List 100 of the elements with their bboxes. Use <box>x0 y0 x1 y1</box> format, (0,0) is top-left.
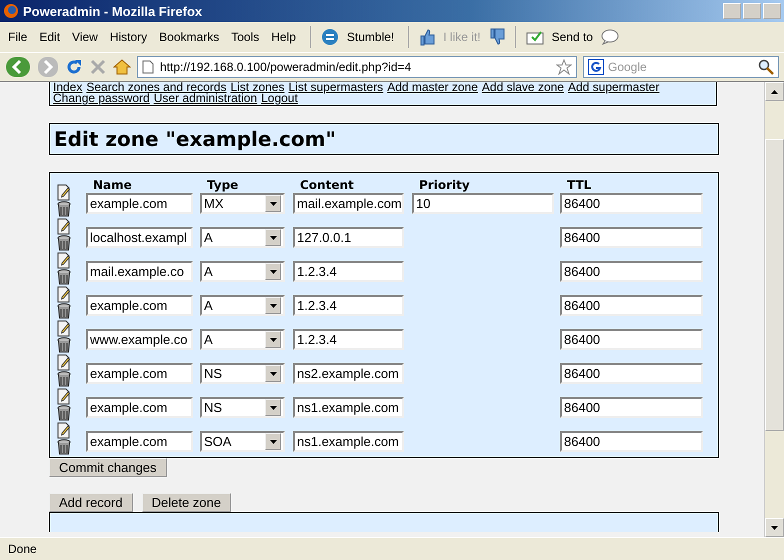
commit-changes-button[interactable]: Commit changes <box>49 458 167 477</box>
type-select[interactable]: NS <box>200 363 285 384</box>
nav-link[interactable]: Search zones and records <box>86 82 226 94</box>
dropdown-caret-icon[interactable] <box>265 433 281 450</box>
search-icon[interactable] <box>758 59 774 75</box>
ttl-field[interactable]: 86400 <box>560 261 703 282</box>
window-title: Poweradmin - Mozilla Firefox <box>23 4 202 18</box>
content-field[interactable]: 1.2.3.4 <box>293 295 404 316</box>
edit-icon[interactable] <box>57 320 71 337</box>
search-engine-icon[interactable] <box>588 59 604 75</box>
content-field[interactable]: ns1.example.com <box>293 397 404 418</box>
column-header: Name <box>93 178 133 192</box>
ttl-field[interactable]: 86400 <box>560 227 703 248</box>
dropdown-caret-icon[interactable] <box>265 263 281 280</box>
menu-item[interactable]: Bookmarks <box>155 28 224 46</box>
home-icon[interactable] <box>113 58 131 76</box>
speech-bubble-icon[interactable] <box>600 29 619 45</box>
type-select[interactable]: A <box>200 329 285 350</box>
edit-icon[interactable] <box>57 252 71 269</box>
content-field[interactable]: 127.0.0.1 <box>293 227 404 248</box>
nav-link[interactable]: List supermasters <box>288 82 384 94</box>
back-icon[interactable] <box>5 56 31 78</box>
action-button[interactable]: Delete zone <box>142 493 231 512</box>
ttl-field[interactable]: 86400 <box>560 431 703 452</box>
send-to-button[interactable]: Send to <box>548 28 597 46</box>
column-header: TTL <box>567 178 592 192</box>
trash-icon[interactable] <box>57 201 71 217</box>
nav-link[interactable]: Index <box>53 82 82 94</box>
trash-icon[interactable] <box>57 439 71 455</box>
dropdown-caret-icon[interactable] <box>265 297 281 314</box>
dropdown-caret-icon[interactable] <box>265 331 281 348</box>
browser-logo-icon <box>3 3 19 19</box>
scrollbar[interactable] <box>764 82 784 537</box>
content-field[interactable]: 1.2.3.4 <box>293 261 404 282</box>
name-field[interactable]: example.com <box>86 397 193 418</box>
name-field[interactable]: localhost.exampl <box>86 227 193 248</box>
edit-icon[interactable] <box>57 388 71 405</box>
priority-field[interactable]: 10 <box>412 193 554 214</box>
stumble-button[interactable]: Stumble! <box>342 28 398 46</box>
menu-item[interactable]: Edit <box>35 28 64 46</box>
trash-icon[interactable] <box>57 303 71 319</box>
name-field[interactable]: www.example.co <box>86 329 193 350</box>
nav-link[interactable]: Add supermaster <box>568 82 660 94</box>
edit-icon[interactable] <box>57 218 71 235</box>
dropdown-caret-icon[interactable] <box>265 229 281 246</box>
name-field[interactable]: mail.example.co <box>86 261 193 282</box>
ttl-field[interactable]: 86400 <box>560 295 703 316</box>
dropdown-caret-icon[interactable] <box>265 365 281 382</box>
edit-icon[interactable] <box>57 184 71 201</box>
menu-item[interactable]: File <box>4 28 32 46</box>
menu-item[interactable]: View <box>68 28 102 46</box>
nav-link[interactable]: Add slave zone <box>482 82 564 94</box>
column-header: Priority <box>419 178 471 192</box>
send-icon[interactable] <box>526 29 544 45</box>
thumbs-up-icon[interactable] <box>419 28 436 46</box>
scroll-down-icon[interactable] <box>771 526 778 530</box>
type-select[interactable]: A <box>200 295 285 316</box>
ttl-field[interactable]: 86400 <box>560 363 703 384</box>
content-field[interactable]: ns2.example.com <box>293 363 404 384</box>
content-field[interactable]: 1.2.3.4 <box>293 329 404 350</box>
edit-icon[interactable] <box>57 354 71 371</box>
name-field[interactable]: example.com <box>86 431 193 452</box>
content-field[interactable]: ns1.example.com <box>293 431 404 452</box>
name-field[interactable]: example.com <box>86 295 193 316</box>
nav-link[interactable]: Add master zone <box>387 82 478 94</box>
thumbs-down-icon[interactable] <box>488 28 505 46</box>
reload-icon[interactable] <box>65 58 83 76</box>
trash-icon[interactable] <box>57 405 71 421</box>
column-header: Type <box>207 178 240 192</box>
ttl-field[interactable]: 86400 <box>560 193 703 214</box>
type-select[interactable]: A <box>200 227 285 248</box>
name-field[interactable]: example.com <box>86 363 193 384</box>
scroll-up-icon[interactable] <box>771 90 778 94</box>
dropdown-caret-icon[interactable] <box>265 195 281 212</box>
menu-item[interactable]: Tools <box>227 28 264 46</box>
menu-item[interactable]: History <box>106 28 152 46</box>
menu-item[interactable]: Help <box>267 28 300 46</box>
type-select[interactable]: NS <box>200 397 285 418</box>
trash-icon[interactable] <box>57 371 71 387</box>
action-button[interactable]: Add record <box>49 493 133 512</box>
star-icon[interactable] <box>556 59 572 75</box>
name-field[interactable]: example.com <box>86 193 193 214</box>
trash-icon[interactable] <box>57 269 71 285</box>
nav-link[interactable]: User administration <box>154 91 258 105</box>
type-select[interactable]: MX <box>200 193 285 214</box>
content-field[interactable]: mail.example.com <box>293 193 404 214</box>
nav-link[interactable]: Logout <box>261 91 298 105</box>
type-select[interactable]: SOA <box>200 431 285 452</box>
trash-icon[interactable] <box>57 337 71 353</box>
nav-link[interactable]: Change password <box>53 91 150 105</box>
type-select[interactable]: A <box>200 261 285 282</box>
trash-icon[interactable] <box>57 235 71 251</box>
dropdown-caret-icon[interactable] <box>265 399 281 416</box>
ttl-field[interactable]: 86400 <box>560 397 703 418</box>
ttl-field[interactable]: 86400 <box>560 329 703 350</box>
nav-link[interactable]: List zones <box>230 82 284 94</box>
page-icon <box>142 60 154 74</box>
address-field[interactable]: http://192.168.0.100/poweradmin/edit.php?id=4 <box>137 56 577 78</box>
edit-icon[interactable] <box>57 422 71 439</box>
edit-icon[interactable] <box>57 286 71 303</box>
